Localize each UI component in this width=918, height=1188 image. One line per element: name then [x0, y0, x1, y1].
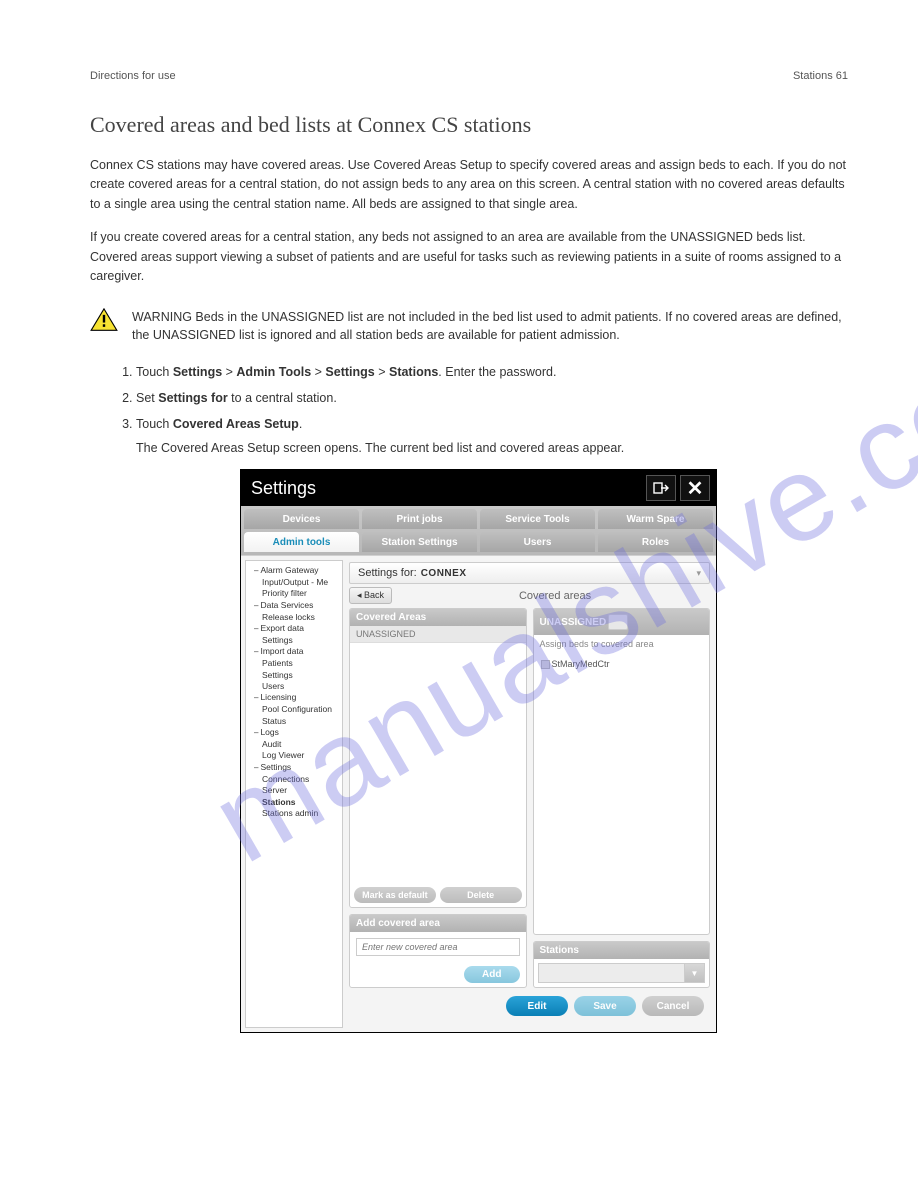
covered-area-input[interactable]	[356, 938, 520, 956]
settings-for-value: CONNEX	[421, 568, 467, 579]
nav-tree[interactable]: Alarm GatewayInput/Output - MePriority f…	[245, 560, 343, 1028]
settings-for-dropdown[interactable]: Settings for: CONNEX ▾	[349, 562, 710, 584]
tree-item[interactable]: Data Services	[248, 600, 340, 612]
tree-item[interactable]: Alarm Gateway	[248, 565, 340, 577]
chevron-down-icon: ▼	[685, 963, 705, 983]
intro-paragraph: Connex CS stations may have covered area…	[90, 156, 848, 214]
panel-header: Covered Areas	[350, 609, 526, 626]
add-button[interactable]: Add	[464, 966, 519, 983]
tree-item[interactable]: Settings	[248, 670, 340, 681]
edit-button[interactable]: Edit	[506, 996, 568, 1016]
tab-devices[interactable]: Devices	[244, 509, 359, 529]
covered-area-item[interactable]: UNASSIGNED	[350, 626, 526, 643]
tree-item[interactable]: Stations admin	[248, 808, 340, 819]
tree-item[interactable]: Priority filter	[248, 588, 340, 599]
tab-admin-tools[interactable]: Admin tools	[244, 532, 359, 552]
tree-item[interactable]: Users	[248, 681, 340, 692]
window-title: Settings	[247, 478, 316, 499]
tree-item[interactable]: Input/Output - Me	[248, 577, 340, 588]
bed-tree-item[interactable]: StMaryMedCtr	[538, 657, 706, 671]
stations-panel: Stations ▼	[533, 941, 711, 988]
tab-service-tools[interactable]: Service Tools	[480, 509, 595, 529]
unassigned-panel: UNASSIGNED Assign beds to covered area S…	[533, 608, 711, 935]
tree-item[interactable]: Stations	[248, 797, 340, 808]
delete-button[interactable]: Delete	[440, 887, 522, 903]
panel-header: Stations	[534, 942, 710, 959]
logout-icon[interactable]	[646, 475, 676, 501]
add-covered-area-panel: Add covered area Add	[349, 914, 527, 988]
section-label: Covered areas	[400, 590, 710, 602]
print-icon[interactable]	[608, 614, 628, 630]
warning-block: WARNING Beds in the UNASSIGNED list are …	[90, 308, 848, 344]
tree-item[interactable]: Settings	[248, 762, 340, 774]
section-heading: Covered areas and bed lists at Connex CS…	[90, 112, 848, 138]
titlebar: Settings ✕	[241, 470, 716, 506]
warning-icon	[90, 308, 118, 335]
step-post-text: The Covered Areas Setup screen opens. Th…	[136, 439, 848, 457]
settings-for-label: Settings for:	[358, 567, 417, 579]
stations-select[interactable]: ▼	[538, 963, 706, 983]
close-icon[interactable]: ✕	[680, 475, 710, 501]
settings-window: Settings ✕ DevicesPrint jobsService Tool…	[240, 469, 717, 1033]
save-button[interactable]: Save	[574, 996, 636, 1016]
step-item: Touch Settings > Admin Tools > Settings …	[136, 363, 848, 381]
tree-item[interactable]: Pool Configuration	[248, 704, 340, 715]
chevron-down-icon: ▾	[696, 568, 701, 579]
tree-item[interactable]: Import data	[248, 646, 340, 658]
panel-header: UNASSIGNED	[534, 609, 710, 635]
tab-station-settings[interactable]: Station Settings	[362, 532, 477, 552]
tree-item[interactable]: Licensing	[248, 692, 340, 704]
header-right: Stations 61	[793, 70, 848, 82]
back-button[interactable]: ◂ Back	[349, 587, 392, 604]
step-item: Touch Covered Areas Setup. The Covered A…	[136, 415, 848, 457]
step-item: Set Settings for to a central station.	[136, 389, 848, 407]
header-left: Directions for use	[90, 70, 176, 82]
tree-item[interactable]: Export data	[248, 623, 340, 635]
page-header: Directions for use Stations 61	[90, 70, 848, 82]
tree-item[interactable]: Connections	[248, 774, 340, 785]
tree-item[interactable]: Server	[248, 785, 340, 796]
tree-item[interactable]: Patients	[248, 658, 340, 669]
intro-paragraph: If you create covered areas for a centra…	[90, 228, 848, 286]
tree-item[interactable]: Logs	[248, 727, 340, 739]
tree-item[interactable]: Audit	[248, 739, 340, 750]
tree-item[interactable]: Log Viewer	[248, 750, 340, 761]
cancel-button[interactable]: Cancel	[642, 996, 704, 1016]
covered-areas-panel: Covered Areas UNASSIGNED Mark as default…	[349, 608, 527, 908]
tab-users[interactable]: Users	[480, 532, 595, 552]
tab-roles[interactable]: Roles	[598, 532, 713, 552]
assign-label: Assign beds to covered area	[534, 635, 710, 653]
mark-default-button[interactable]: Mark as default	[354, 887, 436, 903]
tree-item[interactable]: Release locks	[248, 612, 340, 623]
warning-text: WARNING Beds in the UNASSIGNED list are …	[132, 308, 848, 344]
tab-warm-spare[interactable]: Warm Spare	[598, 509, 713, 529]
tree-item[interactable]: Status	[248, 716, 340, 727]
panel-header: Add covered area	[350, 915, 526, 932]
tree-item[interactable]: Settings	[248, 635, 340, 646]
tab-print-jobs[interactable]: Print jobs	[362, 509, 477, 529]
